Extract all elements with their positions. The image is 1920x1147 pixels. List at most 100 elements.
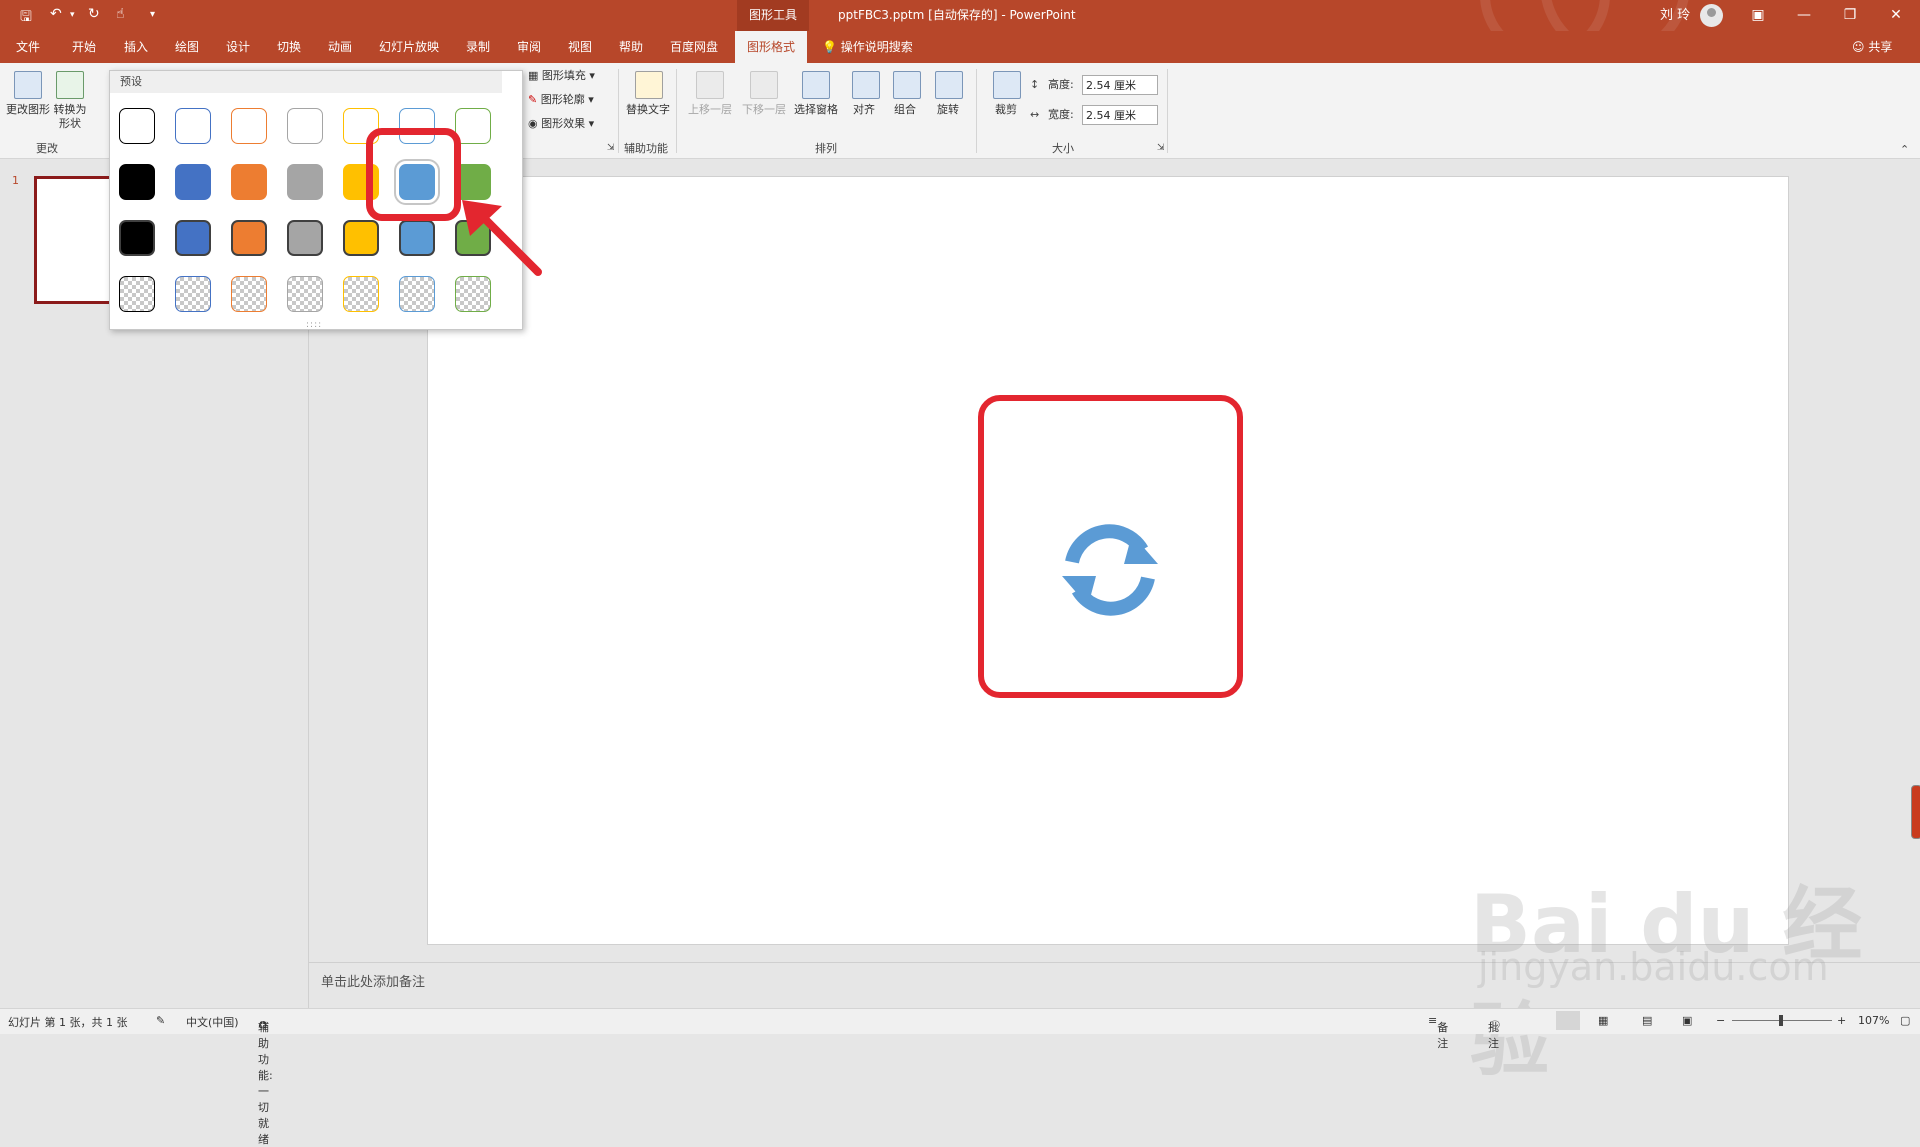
style-swatch[interactable] <box>287 276 323 312</box>
slide-sorter-icon[interactable]: ▦ <box>1598 1014 1608 1027</box>
height-label: 高度: <box>1048 78 1074 91</box>
style-swatch[interactable] <box>343 276 379 312</box>
customize-icon[interactable]: ▾ <box>150 9 155 20</box>
width-input[interactable]: 2.54 厘米 <box>1082 105 1158 125</box>
touch-mode-icon[interactable]: ☝ <box>116 6 125 22</box>
style-swatch[interactable] <box>455 108 491 144</box>
send-backward-button[interactable]: 下移一层 <box>738 103 790 117</box>
send-backward-icon[interactable] <box>750 71 778 99</box>
shape-outline-button[interactable]: ✎ 图形轮廓 ▾ <box>528 93 594 107</box>
undo-dropdown-icon[interactable]: ▾ <box>70 10 75 20</box>
style-swatch[interactable] <box>119 108 155 144</box>
undo-icon[interactable]: ↶ <box>50 6 62 22</box>
accessibility-label: 辅助功能: 一切就绪 <box>258 1021 273 1146</box>
style-swatch[interactable] <box>455 276 491 312</box>
vertical-scrollbar[interactable] <box>1911 785 1920 839</box>
group-button[interactable]: 组合 <box>887 103 923 117</box>
style-swatch[interactable] <box>119 164 155 200</box>
reading-view-icon[interactable]: ▤ <box>1642 1014 1652 1027</box>
tab-help[interactable]: 帮助 <box>619 31 643 63</box>
normal-view-icon[interactable] <box>1556 1011 1580 1030</box>
user-name[interactable]: 刘 玲 <box>1660 0 1690 31</box>
rotate-icon[interactable] <box>935 71 963 99</box>
alt-text-icon[interactable] <box>635 71 663 99</box>
save-icon[interactable]: 🖫 <box>20 6 32 30</box>
refresh-icon[interactable] <box>1058 518 1162 622</box>
style-swatch[interactable] <box>231 164 267 200</box>
convert-shape-icon[interactable] <box>56 71 84 99</box>
align-button[interactable]: 对齐 <box>846 103 882 117</box>
style-swatch[interactable] <box>287 220 323 256</box>
group-label-change: 更改 <box>36 142 58 155</box>
convert-shape-button[interactable]: 转换为形状 <box>50 103 90 131</box>
notes-button[interactable]: ≡ 备注 <box>1428 1014 1448 1050</box>
style-swatch[interactable] <box>231 276 267 312</box>
rotate-button[interactable]: 旋转 <box>930 103 966 117</box>
tab-review[interactable]: 审阅 <box>517 31 541 63</box>
dialog-launcher-icon[interactable]: ⇲ <box>1157 143 1165 153</box>
close-icon[interactable]: ✕ <box>1873 0 1919 31</box>
selection-pane-icon[interactable] <box>802 71 830 99</box>
bring-forward-icon[interactable] <box>696 71 724 99</box>
tab-design[interactable]: 设计 <box>226 31 250 63</box>
dialog-launcher-icon[interactable]: ⇲ <box>607 143 615 153</box>
shape-effects-button[interactable]: ◉ 图形效果 ▾ <box>528 117 594 131</box>
ribbon-display-icon[interactable]: ▣ <box>1735 0 1781 31</box>
collapse-ribbon-icon[interactable]: ⌃ <box>1900 143 1909 156</box>
tab-slideshow[interactable]: 幻灯片放映 <box>379 31 439 63</box>
slideshow-icon[interactable]: ▣ <box>1682 1014 1692 1027</box>
zoom-level[interactable]: 107% <box>1858 1014 1889 1027</box>
style-swatch[interactable] <box>399 220 435 256</box>
tell-me-search[interactable]: 💡 操作说明搜索 <box>822 31 913 63</box>
tab-shape-format[interactable]: 图形格式 <box>735 31 807 63</box>
height-input[interactable]: 2.54 厘米 <box>1082 75 1158 95</box>
share-button[interactable]: ☺ 共享 <box>1852 31 1892 63</box>
spellcheck-icon[interactable]: ✎ <box>156 1014 165 1027</box>
style-swatch[interactable] <box>287 164 323 200</box>
style-swatch[interactable] <box>231 220 267 256</box>
language-status[interactable]: 中文(中国) <box>186 1014 239 1030</box>
slide-canvas[interactable] <box>427 176 1789 945</box>
tab-insert[interactable]: 插入 <box>124 31 148 63</box>
style-swatch[interactable] <box>399 276 435 312</box>
zoom-in-icon[interactable]: + <box>1837 1014 1846 1027</box>
group-separator <box>676 69 677 153</box>
bring-forward-button[interactable]: 上移一层 <box>684 103 736 117</box>
tab-home[interactable]: 开始 <box>72 31 96 63</box>
style-swatch[interactable] <box>119 220 155 256</box>
tab-record[interactable]: 录制 <box>466 31 490 63</box>
zoom-out-icon[interactable]: − <box>1716 1014 1725 1027</box>
tab-view[interactable]: 视图 <box>568 31 592 63</box>
group-separator <box>1167 69 1168 153</box>
crop-icon[interactable] <box>993 71 1021 99</box>
tab-animations[interactable]: 动画 <box>328 31 352 63</box>
style-swatch[interactable] <box>175 164 211 200</box>
style-swatch[interactable] <box>119 276 155 312</box>
shape-fill-button[interactable]: ▦ 图形填充 ▾ <box>528 69 595 83</box>
maximize-icon[interactable]: ❐ <box>1827 0 1873 31</box>
tab-file[interactable]: 文件 <box>16 31 40 63</box>
alt-text-button[interactable]: 替换文字 <box>626 103 670 117</box>
group-icon[interactable] <box>893 71 921 99</box>
change-graphic-button[interactable]: 更改图形 <box>6 103 50 117</box>
style-swatch[interactable] <box>175 108 211 144</box>
style-swatch[interactable] <box>287 108 323 144</box>
style-swatch[interactable] <box>343 220 379 256</box>
tab-draw[interactable]: 绘图 <box>175 31 199 63</box>
redo-icon[interactable]: ↻ <box>88 6 100 22</box>
change-graphic-icon[interactable] <box>14 71 42 99</box>
fit-to-window-icon[interactable]: ▢ <box>1900 1014 1910 1027</box>
tab-baidu-netdisk[interactable]: 百度网盘 <box>670 31 718 63</box>
align-icon[interactable] <box>852 71 880 99</box>
selection-pane-button[interactable]: 选择窗格 <box>790 103 842 117</box>
zoom-slider-thumb[interactable] <box>1779 1015 1783 1026</box>
minimize-icon[interactable]: — <box>1781 0 1827 31</box>
tab-transitions[interactable]: 切换 <box>277 31 301 63</box>
style-swatch[interactable] <box>175 220 211 256</box>
resize-grip[interactable]: :::: <box>306 320 322 330</box>
style-swatch[interactable] <box>175 276 211 312</box>
notes-placeholder: 单击此处添加备注 <box>321 975 426 990</box>
avatar[interactable] <box>1700 4 1723 27</box>
crop-button[interactable]: 裁剪 <box>988 103 1024 117</box>
style-swatch[interactable] <box>231 108 267 144</box>
